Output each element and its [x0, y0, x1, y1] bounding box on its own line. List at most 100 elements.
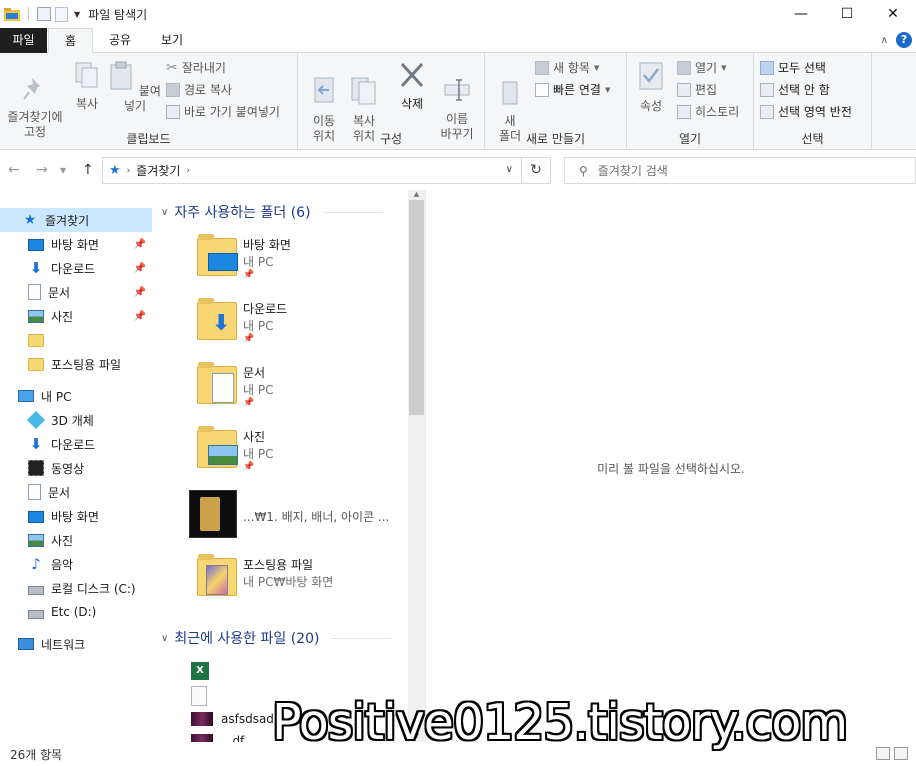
help-icon[interactable]: ?: [896, 32, 912, 48]
breadcrumb[interactable]: 즐겨찾기: [136, 162, 180, 179]
copy-button[interactable]: 복사: [70, 61, 104, 112]
frequent-folder-item[interactable]: 포스팅용 파일 내 PC₩바탕 화면: [191, 554, 401, 610]
chevron-down-icon: ▼: [593, 63, 600, 72]
select-none-button[interactable]: 선택 안 함: [760, 81, 830, 98]
paste-button[interactable]: 붙여넣기: [108, 61, 162, 114]
scissors-icon: ✂: [166, 59, 178, 76]
history-button[interactable]: 히스토리: [677, 103, 739, 120]
nav-pc-documents[interactable]: 문서: [0, 480, 152, 504]
nav-etc-d[interactable]: Etc (D:): [0, 600, 152, 624]
pin-icon: 📌: [243, 334, 255, 344]
large-icons-view-icon[interactable]: [894, 747, 908, 760]
pictures-icon: [28, 533, 44, 547]
video-icon: [28, 460, 44, 476]
nav-desktop[interactable]: 바탕 화면 📌: [0, 232, 152, 256]
group-label: 선택: [801, 132, 824, 146]
group-label: 열기: [678, 132, 702, 146]
nav-this-pc[interactable]: 내 PC: [0, 384, 152, 408]
new-folder-icon: [502, 81, 518, 105]
copy-to-icon: [351, 77, 376, 105]
chevron-up-icon[interactable]: ∧: [881, 35, 888, 46]
nav-posting-files[interactable]: 포스팅용 파일: [0, 352, 152, 376]
up-button[interactable]: ↑: [82, 162, 94, 178]
frequent-folder-item[interactable]: ⬇ 다운로드 내 PC 📌: [191, 298, 401, 354]
back-button[interactable]: ←: [8, 162, 20, 178]
image-file-icon: [191, 734, 213, 742]
frequent-folder-item[interactable]: 사진 내 PC 📌: [191, 426, 401, 482]
file-explorer-icon: [4, 7, 20, 21]
nav-quick-access[interactable]: ★ 즐겨찾기: [0, 208, 152, 232]
nav-local-disk-c[interactable]: 로컬 디스크 (C:): [0, 576, 152, 600]
invert-selection-button[interactable]: 선택 영역 반전: [760, 103, 852, 120]
nav-documents[interactable]: 문서 📌: [0, 280, 152, 304]
tab-share[interactable]: 공유: [95, 28, 145, 53]
nav-downloads[interactable]: ⬇ 다운로드 📌: [0, 256, 152, 280]
minimize-button[interactable]: —: [778, 0, 824, 28]
computer-icon: [18, 390, 34, 402]
close-button[interactable]: ✕: [870, 0, 916, 28]
nav-3d-objects[interactable]: 3D 개체: [0, 408, 152, 432]
select-all-button[interactable]: 모두 선택: [760, 59, 826, 76]
new-folder-icon[interactable]: [55, 6, 68, 22]
customize-toolbar-icon[interactable]: ▼: [74, 10, 80, 19]
pin-icon: 📌: [133, 238, 146, 250]
easy-access-button[interactable]: 빠른 연결 ▼: [535, 81, 610, 98]
download-arrow-icon: ⬇: [29, 435, 43, 453]
nav-pictures[interactable]: 사진 📌: [0, 304, 152, 328]
scrollbar-thumb[interactable]: [409, 200, 424, 415]
nav-pc-downloads[interactable]: ⬇ 다운로드: [0, 432, 152, 456]
desktop-icon: [28, 239, 44, 251]
scroll-up-arrow[interactable]: ▲: [408, 190, 425, 200]
copy-path-button[interactable]: 경로 복사: [166, 81, 232, 98]
recent-locations-dropdown[interactable]: ▼: [60, 166, 66, 175]
properties-button[interactable]: 속성: [633, 61, 669, 114]
open-button[interactable]: 열기 ▼: [677, 59, 726, 76]
pin-icon: 📌: [243, 462, 255, 472]
paste-shortcut-button[interactable]: 바로 가기 붙여넣기: [166, 103, 280, 120]
nav-pc-desktop[interactable]: 바탕 화면: [0, 504, 152, 528]
recent-files-header[interactable]: ∨ 최근에 사용한 파일 (20): [161, 628, 392, 648]
nav-network[interactable]: 네트워크: [0, 632, 152, 656]
new-item-button[interactable]: 새 항목 ▼: [535, 59, 599, 76]
search-icon: ⚲: [579, 163, 588, 178]
drive-icon: [28, 610, 44, 619]
edit-icon: [677, 82, 691, 97]
pin-icon: 📌: [133, 262, 146, 274]
recent-file-item[interactable]: [191, 686, 215, 706]
cut-button[interactable]: ✂ 잘라내기: [166, 59, 226, 76]
recent-file-item[interactable]: X: [191, 662, 217, 680]
tab-view[interactable]: 보기: [147, 28, 197, 53]
chevron-right-icon[interactable]: ›: [186, 166, 190, 176]
nav-unnamed-folder[interactable]: [0, 328, 152, 352]
folder-icon: ⬇: [197, 298, 237, 340]
frequent-folder-item[interactable]: 바탕 화면 내 PC 📌: [191, 234, 401, 290]
properties-icon[interactable]: [37, 7, 51, 21]
tab-file[interactable]: 파일: [0, 28, 47, 53]
chevron-right-icon[interactable]: ›: [127, 166, 131, 176]
details-view-icon[interactable]: [876, 747, 890, 760]
chevron-down-icon: ∨: [161, 206, 169, 218]
ribbon-tabs: 파일 홈 공유 보기 ∧ ?: [0, 28, 916, 53]
maximize-button[interactable]: ☐: [824, 0, 870, 28]
search-input[interactable]: ⚲ 즐겨찾기 검색: [564, 157, 916, 184]
forward-button[interactable]: →: [36, 162, 48, 178]
edit-button[interactable]: 편집: [677, 81, 717, 98]
frequent-folder-item[interactable]: 문서 내 PC 📌: [191, 362, 401, 418]
address-bar[interactable]: ★ › 즐겨찾기 › ∨: [102, 157, 522, 184]
pin-icon: 📌: [133, 310, 146, 322]
nav-music[interactable]: ♪ 음악: [0, 552, 152, 576]
recent-file-item[interactable]: ...df: [191, 734, 244, 742]
refresh-button[interactable]: ↻: [522, 157, 551, 184]
pin-to-quick-access-button[interactable]: 즐겨찾기에 고정: [2, 61, 68, 140]
organize-group: 이동 위치 복사 위치 삭제 이름 바꾸기 구성: [298, 53, 485, 150]
cube-3d-icon: [26, 410, 46, 430]
delete-button[interactable]: 삭제: [394, 61, 430, 112]
frequent-folders-header[interactable]: ∨ 자주 사용하는 폴더 (6): [161, 202, 383, 222]
frequent-folder-item[interactable]: ...₩1. 배지, 배너, 아이콘 ...: [189, 490, 401, 546]
content-scrollbar[interactable]: ▲ ▼: [408, 190, 425, 742]
nav-pc-pictures[interactable]: 사진: [0, 528, 152, 552]
tab-home[interactable]: 홈: [48, 28, 93, 53]
chevron-down-icon[interactable]: ∨: [506, 164, 513, 175]
nav-videos[interactable]: 동영상: [0, 456, 152, 480]
divider: [322, 211, 383, 213]
